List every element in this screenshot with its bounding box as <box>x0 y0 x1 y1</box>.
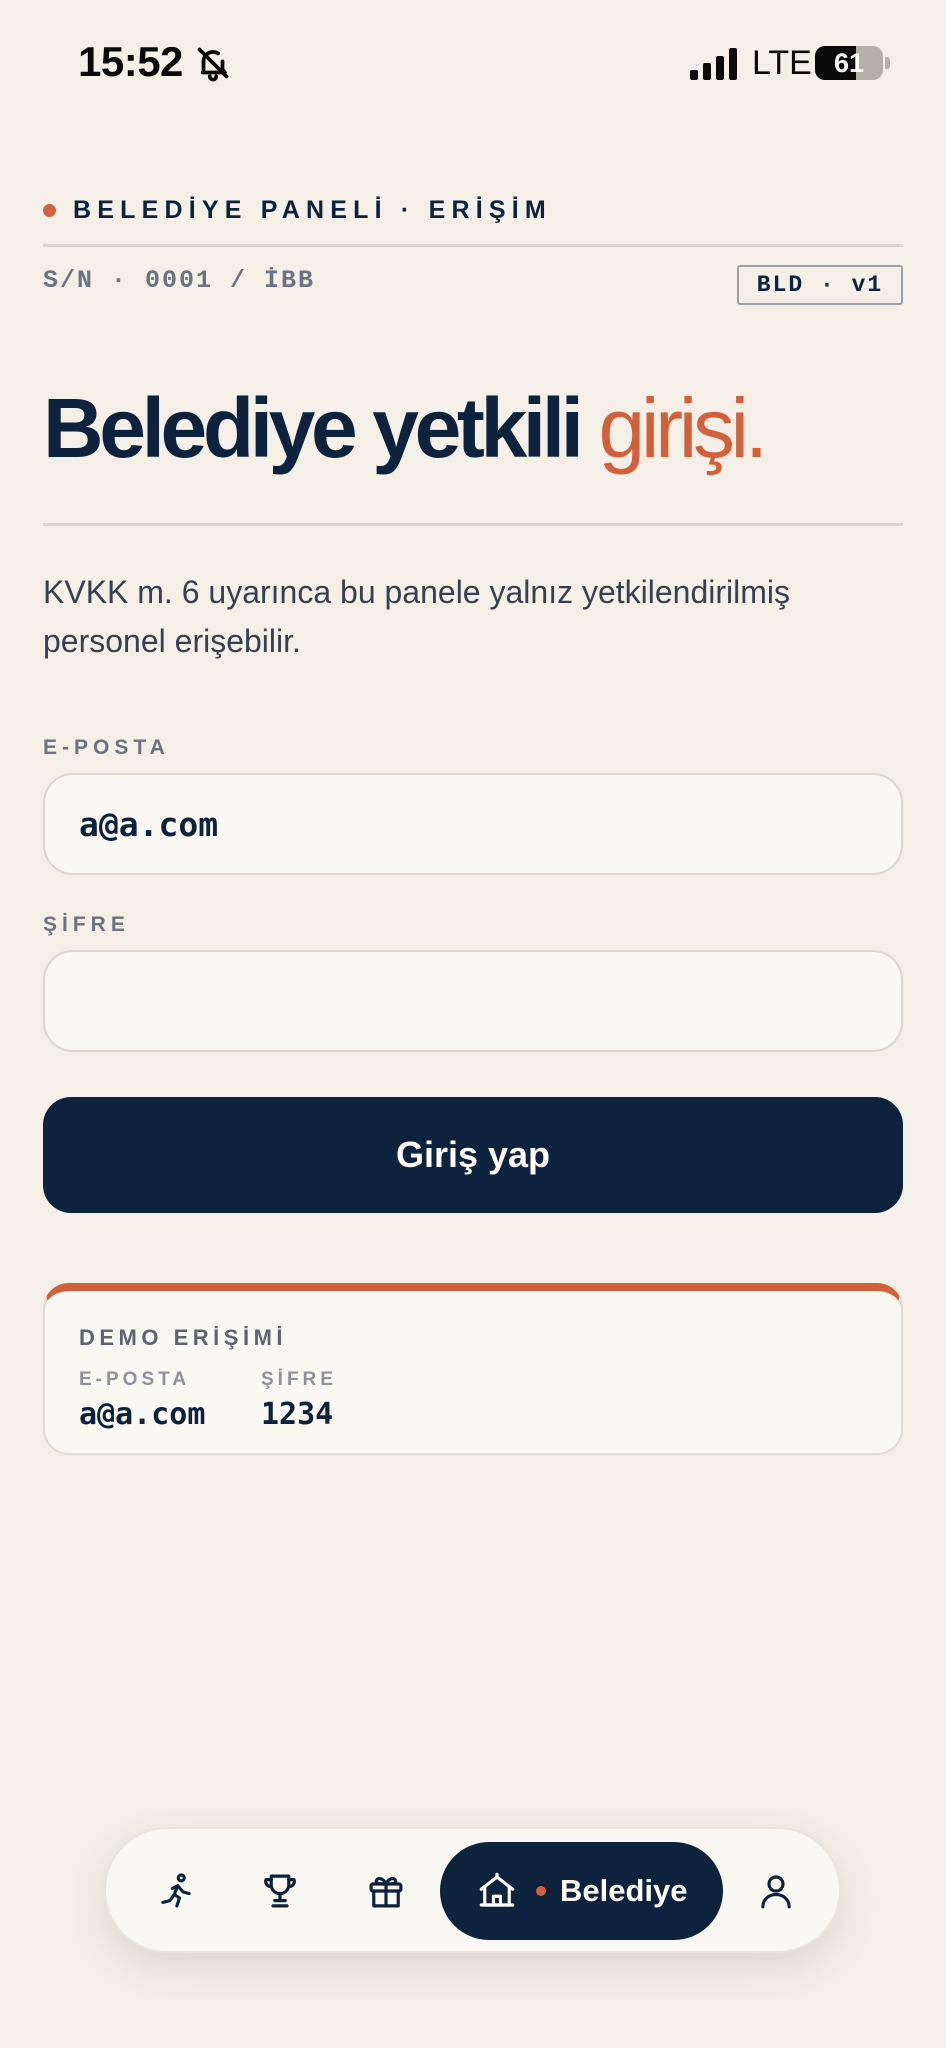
page-title-accent: girişi. <box>598 381 769 475</box>
demo-password-value: 1234 <box>261 1397 334 1432</box>
gift-icon <box>369 1876 403 1908</box>
version-badge: BLD · v1 <box>737 265 903 305</box>
serial-number: S/N · 0001 / İBB <box>43 266 316 295</box>
section-eyebrow: BELEDİYE PANELİ · ERİŞİM <box>43 196 552 225</box>
demo-access-card: DEMO ERİŞİMİ E-POSTA a@a.com ŞİFRE 1234 <box>43 1283 903 1455</box>
password-label: ŞİFRE <box>43 913 130 936</box>
demo-email-label: E-POSTA <box>79 1369 191 1390</box>
demo-email: E-POSTA a@a.com <box>79 1369 205 1432</box>
status-bar: 15:52 LTE 61 <box>0 0 946 126</box>
demo-email-value: a@a.com <box>79 1397 206 1432</box>
network-label: LTE <box>752 44 812 82</box>
profile-icon <box>761 1875 791 1909</box>
battery-nub <box>885 57 890 69</box>
battery-icon: 61 <box>815 46 883 80</box>
trophy-icon <box>264 1874 296 1908</box>
divider <box>43 523 903 526</box>
nav-item-municipality[interactable]: Belediye <box>440 1842 723 1940</box>
demo-password: ŞİFRE 1234 <box>261 1369 337 1432</box>
status-time: 15:52 <box>78 38 183 85</box>
municipality-icon <box>479 1872 515 1907</box>
divider <box>43 244 903 247</box>
active-indicator-dot <box>536 1886 546 1896</box>
privacy-notice: KVKK m. 6 uyarınca bu panele yalnız yetk… <box>43 574 791 659</box>
nav-item-leaderboard[interactable] <box>250 1861 310 1921</box>
nav-item-activity[interactable] <box>146 1861 206 1921</box>
password-field[interactable] <box>43 950 903 1052</box>
demo-card-title: DEMO ERİŞİMİ <box>79 1325 288 1350</box>
accent-dot <box>43 204 56 217</box>
signal-icon <box>690 48 737 80</box>
bottom-nav: Belediye <box>104 1827 841 1953</box>
bell-muted-icon <box>197 47 229 82</box>
email-label: E-POSTA <box>43 736 170 759</box>
email-field[interactable] <box>43 773 903 875</box>
login-button[interactable]: Giriş yap <box>43 1097 903 1213</box>
runner-icon <box>161 1873 191 1908</box>
battery-level: 61 <box>833 48 865 78</box>
nav-item-municipality-label: Belediye <box>560 1873 688 1908</box>
eyebrow-label: BELEDİYE PANELİ · ERİŞİM <box>73 196 552 224</box>
nav-item-rewards[interactable] <box>356 1861 416 1921</box>
demo-password-label: ŞİFRE <box>261 1369 337 1390</box>
page-title: Belediye yetkili girişi. <box>43 378 769 478</box>
nav-item-profile[interactable] <box>746 1861 806 1921</box>
page-title-main: Belediye yetkili <box>43 381 584 475</box>
